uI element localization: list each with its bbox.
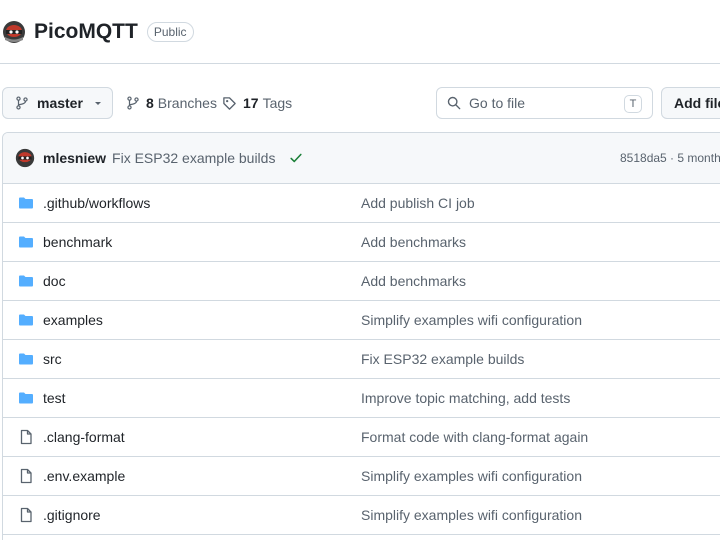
- go-to-file-search[interactable]: T: [436, 87, 653, 119]
- chevron-down-icon: [94, 102, 101, 105]
- file-row[interactable]: examples Simplify examples wifi configura…: [3, 301, 720, 340]
- commit-hash-and-age[interactable]: 8518da5 · 5 months: [620, 151, 720, 165]
- file-name[interactable]: .gitignore: [43, 507, 101, 523]
- header-divider: [0, 63, 720, 64]
- file-name[interactable]: .clang-format: [43, 429, 125, 445]
- file-icon: [20, 507, 32, 523]
- file-icon: [20, 429, 32, 445]
- file-name[interactable]: test: [43, 390, 66, 406]
- repo-name[interactable]: PicoMQTT: [34, 20, 138, 44]
- commit-author-avatar[interactable]: [15, 148, 35, 168]
- file-name[interactable]: src: [43, 351, 62, 367]
- latest-commit-bar: mlesniew Fix ESP32 example builds 8518da…: [3, 133, 720, 184]
- branches-label: Branches: [157, 95, 217, 111]
- file-row[interactable]: test Improve topic matching, add tests: [3, 379, 720, 418]
- file-name[interactable]: doc: [43, 273, 66, 289]
- file-commit-message[interactable]: Simplify examples wifi configuration: [361, 312, 582, 328]
- file-commit-message[interactable]: Simplify examples wifi configuration: [361, 507, 582, 523]
- folder-icon: [19, 236, 33, 248]
- commit-message[interactable]: Fix ESP32 example builds: [112, 150, 275, 166]
- file-commit-message[interactable]: Add publish CI job: [361, 195, 475, 211]
- file-row[interactable]: src Fix ESP32 example builds: [3, 340, 720, 379]
- file-name[interactable]: .github/workflows: [43, 195, 150, 211]
- tag-icon: [223, 96, 236, 110]
- file-icon: [20, 468, 32, 484]
- file-name[interactable]: .env.example: [43, 468, 125, 484]
- branches-link[interactable]: 8 Branches: [126, 87, 217, 119]
- file-name[interactable]: examples: [43, 312, 103, 328]
- file-commit-message[interactable]: Simplify examples wifi configuration: [361, 468, 582, 484]
- file-row[interactable]: .github/workflows Add publish CI job: [3, 184, 720, 223]
- file-list: .github/workflows Add publish CI job bench…: [3, 184, 720, 535]
- file-browser: mlesniew Fix ESP32 example builds 8518da…: [2, 132, 720, 540]
- repo-page: PicoMQTT Public master 8 Branches 17 Tag…: [0, 0, 720, 540]
- keyboard-shortcut-hint: T: [624, 95, 642, 113]
- folder-icon: [19, 275, 33, 287]
- tags-count: 17: [243, 95, 259, 111]
- tags-label: Tags: [262, 95, 293, 111]
- file-row[interactable]: .clang-format Format code with clang-form…: [3, 418, 720, 457]
- folder-icon: [19, 314, 33, 326]
- go-to-file-input[interactable]: [469, 95, 619, 111]
- repo-owner-avatar[interactable]: [2, 20, 26, 44]
- file-commit-message[interactable]: Improve topic matching, add tests: [361, 390, 570, 406]
- folder-icon: [19, 353, 33, 365]
- folder-icon: [19, 392, 33, 404]
- git-branch-icon: [127, 96, 139, 110]
- repo-header: PicoMQTT Public: [0, 14, 194, 50]
- add-file-button[interactable]: Add file: [661, 87, 720, 119]
- file-row[interactable]: .gitignore Simplify examples wifi configu…: [3, 496, 720, 535]
- folder-icon: [19, 197, 33, 209]
- search-icon: [447, 96, 461, 110]
- file-commit-message[interactable]: Format code with clang-format again: [361, 429, 588, 445]
- file-row[interactable]: doc Add benchmarks: [3, 262, 720, 301]
- branch-name: master: [37, 95, 83, 111]
- file-commit-message[interactable]: Fix ESP32 example builds: [361, 351, 524, 367]
- branch-select-button[interactable]: master: [2, 87, 113, 119]
- file-name[interactable]: benchmark: [43, 234, 112, 250]
- branches-count: 8: [146, 95, 154, 111]
- check-icon[interactable]: [289, 151, 303, 165]
- repo-toolbar: master 8 Branches 17 Tags Go to file T A…: [0, 87, 720, 119]
- visibility-badge: Public: [146, 22, 194, 42]
- tags-link[interactable]: 17 Tags: [222, 87, 292, 119]
- file-commit-message[interactable]: Add benchmarks: [361, 273, 466, 289]
- git-branch-icon: [16, 96, 28, 110]
- file-commit-message[interactable]: Add benchmarks: [361, 234, 466, 250]
- file-row[interactable]: .env.example Simplify examples wifi confi…: [3, 457, 720, 496]
- commit-author[interactable]: mlesniew: [43, 150, 106, 166]
- file-row[interactable]: benchmark Add benchmarks: [3, 223, 720, 262]
